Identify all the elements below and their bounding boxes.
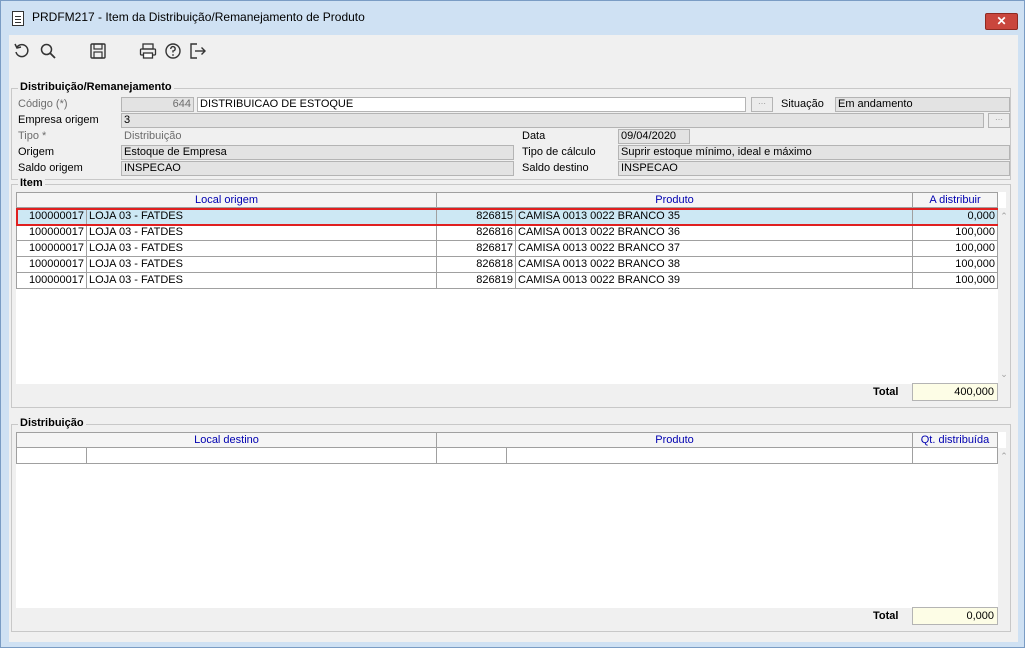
distribuicao-grid: Local destino Produto Qt. distribuída ⌃: [16, 432, 1010, 608]
qty-cell[interactable]: 0,000: [913, 209, 998, 225]
column-produto[interactable]: Produto: [437, 192, 913, 208]
table-row[interactable]: 100000017 LOJA 03 - FATDES 826815 CAMISA 00…: [16, 209, 998, 225]
print-icon: [139, 43, 157, 59]
exit-icon: [190, 43, 206, 59]
undo-icon: [14, 43, 29, 58]
qty-cell[interactable]: 100,000: [913, 241, 998, 257]
print-button[interactable]: [138, 41, 158, 61]
local-code-cell[interactable]: 100000017: [16, 225, 87, 241]
item-grid-header: Local origem Produto A distribuir: [16, 192, 998, 208]
qty-cell[interactable]: 100,000: [913, 225, 998, 241]
table-row[interactable]: 100000017 LOJA 03 - FATDES 826819 CAMISA 00…: [16, 273, 998, 289]
toolbar: [9, 35, 1018, 66]
exit-button[interactable]: [188, 41, 208, 61]
window-title: PRDFM217 - Item da Distribuição/Remaneja…: [32, 10, 365, 24]
item-total-label: Total: [873, 386, 899, 398]
tipo-calculo-field: Suprir estoque mínimo, ideal e máximo: [618, 145, 1010, 160]
local-code-cell[interactable]: 100000017: [16, 241, 87, 257]
table-row[interactable]: 100000017 LOJA 03 - FATDES 826816 CAMISA 00…: [16, 225, 998, 241]
codigo-label: Código (*): [18, 98, 68, 110]
local-name-cell[interactable]: LOJA 03 - FATDES: [87, 225, 437, 241]
column-qt-distribuida[interactable]: Qt. distribuída: [913, 432, 998, 448]
saldo-destino-field: INSPECAO: [618, 161, 1010, 176]
help-button[interactable]: [163, 41, 183, 61]
column-produto[interactable]: Produto: [437, 432, 913, 448]
column-a-distribuir[interactable]: A distribuir: [913, 192, 998, 208]
group-title: Distribuição/Remanejamento: [18, 81, 174, 93]
column-local-origem[interactable]: Local origem: [16, 192, 437, 208]
close-button[interactable]: ✕: [985, 13, 1018, 30]
descricao-field[interactable]: DISTRIBUICAO DE ESTOQUE: [197, 97, 746, 112]
product-name-cell[interactable]: CAMISA 0013 0022 BRANCO 36: [516, 225, 913, 241]
distribuicao-scrollbar[interactable]: ⌃: [998, 448, 1010, 608]
scroll-up-icon[interactable]: ⌃: [998, 210, 1010, 222]
save-icon: [90, 43, 106, 59]
product-code-cell[interactable]: 826816: [437, 225, 516, 241]
tipo-label: Tipo *: [18, 130, 47, 142]
local-code-cell[interactable]: 100000017: [16, 209, 87, 225]
local-name-cell[interactable]: [87, 448, 437, 464]
local-name-cell[interactable]: LOJA 03 - FATDES: [87, 241, 437, 257]
codigo-lookup-button[interactable]: ⋯: [751, 97, 773, 112]
column-local-destino[interactable]: Local destino: [16, 432, 437, 448]
tipo-field: Distribuição: [121, 129, 514, 144]
undo-button[interactable]: [12, 41, 32, 61]
data-field: 09/04/2020: [618, 129, 690, 144]
local-code-cell[interactable]: 100000017: [16, 257, 87, 273]
product-code-cell[interactable]: 826815: [437, 209, 516, 225]
distribuicao-total-field: 0,000: [912, 607, 998, 625]
origem-field: Estoque de Empresa: [121, 145, 514, 160]
distribuicao-grid-header: Local destino Produto Qt. distribuída: [16, 432, 998, 448]
qty-cell[interactable]: 100,000: [913, 257, 998, 273]
local-code-cell[interactable]: 100000017: [16, 273, 87, 289]
search-icon: [40, 43, 56, 59]
app-window: PRDFM217 - Item da Distribuição/Remaneja…: [0, 0, 1025, 648]
product-name-cell[interactable]: CAMISA 0013 0022 BRANCO 37: [516, 241, 913, 257]
tipo-calculo-label: Tipo de cálculo: [522, 146, 596, 158]
qty-cell[interactable]: [913, 448, 998, 464]
empty-row[interactable]: [16, 448, 998, 464]
save-button[interactable]: [88, 41, 108, 61]
local-name-cell[interactable]: LOJA 03 - FATDES: [87, 209, 437, 225]
title-bar[interactable]: PRDFM217 - Item da Distribuição/Remaneja…: [2, 2, 1023, 32]
origem-label: Origem: [18, 146, 55, 158]
item-total-field: 400,000: [912, 383, 998, 401]
product-name-cell[interactable]: CAMISA 0013 0022 BRANCO 38: [516, 257, 913, 273]
product-code-cell[interactable]: 826818: [437, 257, 516, 273]
client-area: Distribuição/Remanejamento Código (*) 64…: [9, 35, 1018, 642]
product-code-cell[interactable]: [437, 448, 507, 464]
table-row[interactable]: 100000017 LOJA 03 - FATDES 826817 CAMISA 00…: [16, 241, 998, 257]
empresa-lookup-button[interactable]: ⋯: [988, 113, 1010, 128]
scroll-up-icon[interactable]: ⌃: [998, 450, 1010, 462]
item-scrollbar[interactable]: ⌃ ⌄: [998, 208, 1010, 384]
help-icon: [165, 43, 181, 59]
product-code-cell[interactable]: 826819: [437, 273, 516, 289]
table-row[interactable]: 100000017 LOJA 03 - FATDES 826818 CAMISA 00…: [16, 257, 998, 273]
codigo-field[interactable]: 644: [121, 97, 194, 112]
situacao-label: Situação: [781, 98, 824, 110]
empresa-origem-label: Empresa origem: [18, 114, 99, 126]
group-title: Distribuição: [18, 417, 86, 429]
product-name-cell[interactable]: [507, 448, 913, 464]
scroll-down-icon[interactable]: ⌄: [998, 368, 1010, 380]
empresa-origem-field[interactable]: 3: [121, 113, 984, 128]
item-grid: Local origem Produto A distribuir 100000…: [16, 192, 1010, 384]
local-name-cell[interactable]: LOJA 03 - FATDES: [87, 257, 437, 273]
saldo-origem-field: INSPECAO: [121, 161, 514, 176]
qty-cell[interactable]: 100,000: [913, 273, 998, 289]
distribuicao-total-label: Total: [873, 610, 899, 622]
saldo-destino-label: Saldo destino: [522, 162, 589, 174]
search-button[interactable]: [38, 41, 58, 61]
product-name-cell[interactable]: CAMISA 0013 0022 BRANCO 39: [516, 273, 913, 289]
local-name-cell[interactable]: LOJA 03 - FATDES: [87, 273, 437, 289]
local-code-cell[interactable]: [16, 448, 87, 464]
situacao-field: Em andamento: [835, 97, 1010, 112]
document-icon: [12, 11, 24, 26]
product-code-cell[interactable]: 826817: [437, 241, 516, 257]
data-label: Data: [522, 130, 546, 142]
product-name-cell[interactable]: CAMISA 0013 0022 BRANCO 35: [516, 209, 913, 225]
saldo-origem-label: Saldo origem: [18, 162, 83, 174]
group-title: Item: [18, 177, 45, 189]
